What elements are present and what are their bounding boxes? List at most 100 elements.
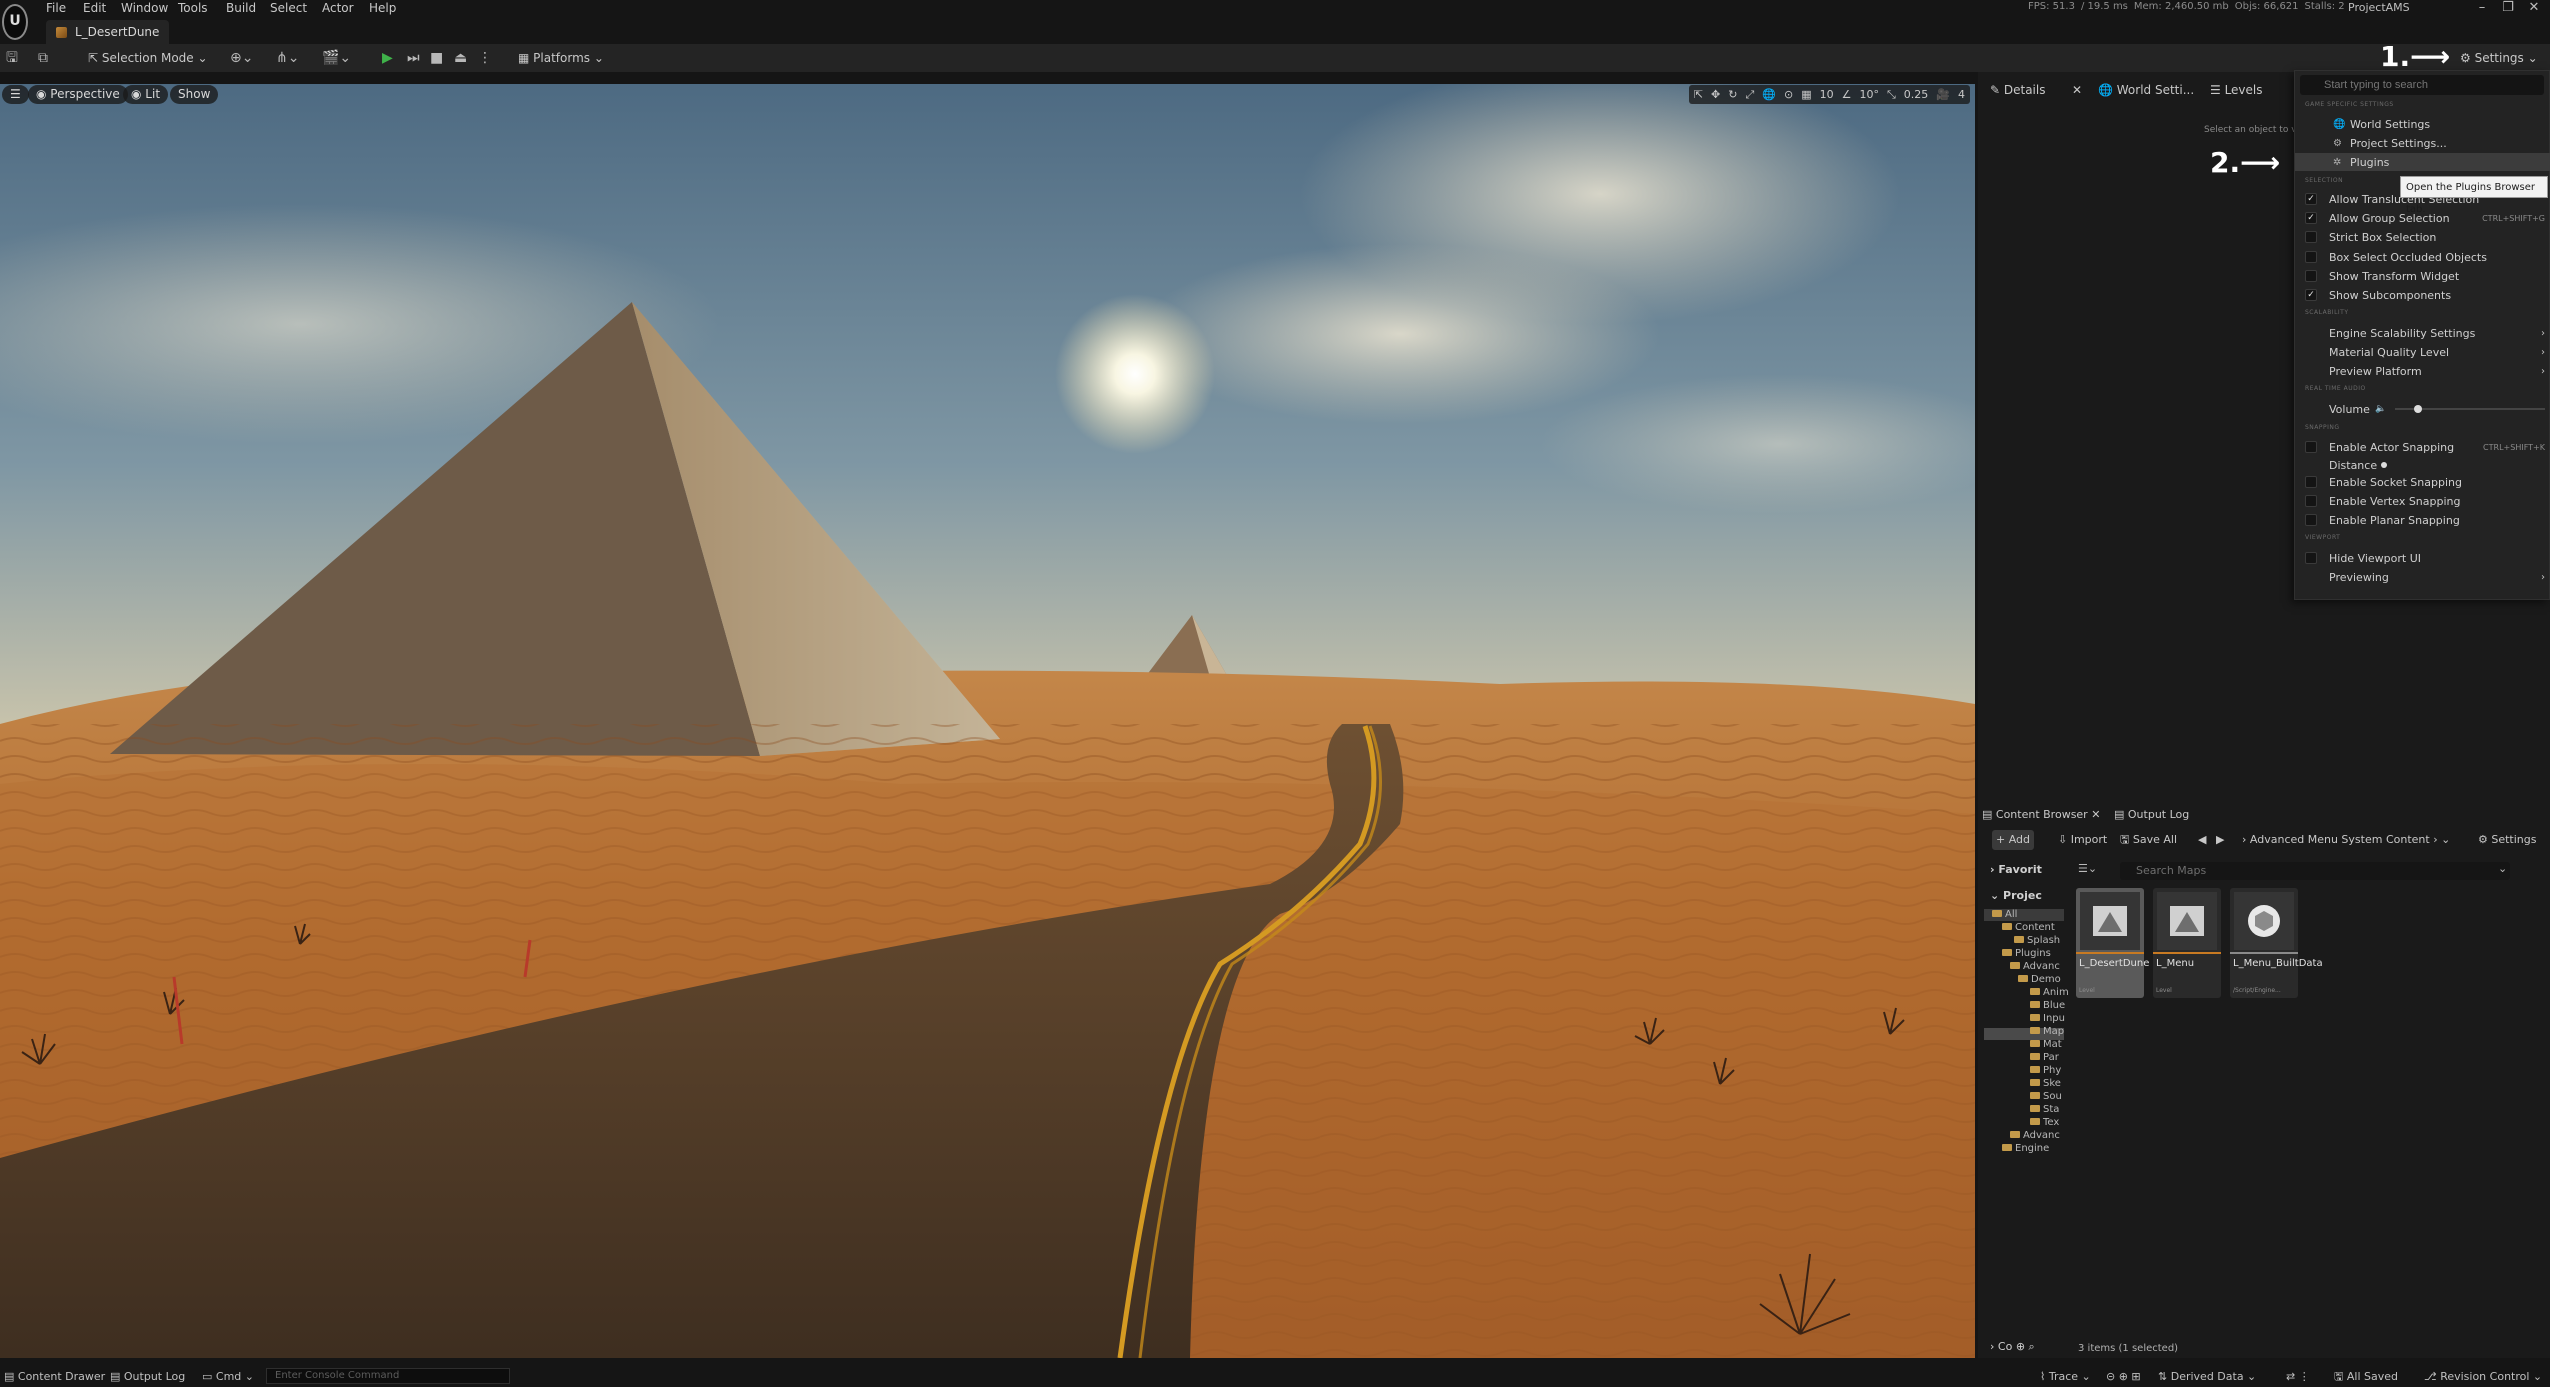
world-local-icon[interactable]: 🌐 — [1762, 88, 1776, 101]
level-tab[interactable]: L_DesertDune — [46, 20, 170, 44]
tree-item-anim[interactable]: Anim — [2030, 987, 2069, 998]
menu-item-enable-planar[interactable]: Enable Planar Snapping — [2295, 511, 2550, 529]
viewport-menu-icon[interactable]: ☰ — [2, 85, 29, 104]
tree-item-content[interactable]: Content — [2002, 922, 2055, 933]
checkbox-unchecked[interactable] — [2305, 231, 2317, 243]
tree-item-input[interactable]: Inpu — [2030, 1013, 2065, 1024]
menu-edit[interactable]: Edit — [83, 0, 106, 16]
menu-item-enable-vertex[interactable]: Enable Vertex Snapping — [2295, 492, 2550, 510]
tab-details[interactable]: ✎ Details — [1990, 80, 2045, 100]
menu-item-show-subcomponents[interactable]: ✓ Show Subcomponents — [2295, 286, 2550, 304]
status-icons[interactable]: ⊝ ⊕ ⊞ — [2106, 1369, 2141, 1384]
rotate-tool-icon[interactable]: ↻ — [1728, 88, 1737, 101]
grid-snap-icon[interactable]: ▦ — [1801, 88, 1811, 101]
stop-icon[interactable]: ■ — [430, 50, 443, 67]
tree-item-blueprints[interactable]: Blue — [2030, 1000, 2065, 1011]
tree-item-sounds[interactable]: Sou — [2030, 1091, 2062, 1102]
scale-snap-icon[interactable]: ⤡ — [1887, 88, 1896, 102]
checkbox-unchecked[interactable] — [2305, 514, 2317, 526]
revision-control-button[interactable]: ⎇ Revision Control ⌄ — [2424, 1369, 2542, 1384]
menu-actor[interactable]: Actor — [322, 0, 354, 16]
menu-item-world-settings[interactable]: 🌐 World Settings — [2295, 115, 2550, 133]
speaker-muted-icon[interactable]: 🔈 — [2375, 404, 2386, 414]
content-drawer-button[interactable]: ▤ Content Drawer — [4, 1369, 105, 1384]
project-header[interactable]: ⌄ Projec — [1990, 889, 2042, 902]
minimize-icon[interactable]: – — [2470, 0, 2494, 16]
tree-item-splash[interactable]: Splash — [2014, 935, 2060, 946]
import-button[interactable]: ⇩ Import — [2054, 830, 2111, 850]
select-tool-icon[interactable]: ⇱ — [1694, 88, 1703, 101]
menu-tools[interactable]: Tools — [178, 0, 208, 16]
source-control-icons[interactable]: ⇄ ⋮ — [2286, 1369, 2310, 1384]
history-back-icon[interactable]: ◀ — [2194, 830, 2210, 850]
rotation-snap-icon[interactable]: ∠ — [1842, 88, 1852, 101]
perspective-button[interactable]: ◉ Perspective — [28, 85, 128, 104]
menu-item-plugins[interactable]: ✲ Plugins — [2295, 153, 2550, 171]
menu-item-previewing[interactable]: Previewing › — [2295, 568, 2550, 586]
menu-item-hide-viewport-ui[interactable]: Hide Viewport UI — [2295, 549, 2550, 567]
breadcrumb[interactable]: › Advanced Menu System Content › ⌄ — [2238, 830, 2454, 850]
menu-item-material-quality[interactable]: Material Quality Level › — [2295, 343, 2550, 361]
collections-header[interactable]: › Co ⊕ ⌕ — [1990, 1340, 2035, 1354]
output-log-button[interactable]: ▤ Output Log — [110, 1369, 185, 1384]
menu-item-project-settings[interactable]: ⚙ Project Settings... — [2295, 134, 2550, 152]
surface-snap-icon[interactable]: ⊙ — [1784, 88, 1793, 101]
menu-item-strict-box[interactable]: Strict Box Selection — [2295, 228, 2550, 246]
menu-help[interactable]: Help — [369, 0, 396, 16]
play-options-icon[interactable]: ⋮ — [478, 50, 492, 67]
grid-snap-value[interactable]: 10 — [1820, 88, 1834, 101]
settings-button[interactable]: ⚙ Settings ⌄ — [2452, 48, 2546, 69]
tree-item-plugins[interactable]: Plugins — [2002, 948, 2051, 959]
platforms-button[interactable]: ▦ Platforms ⌄ — [510, 48, 612, 69]
camera-speed-value[interactable]: 4 — [1958, 88, 1965, 101]
tree-item-skeletal[interactable]: Ske — [2030, 1078, 2061, 1089]
tree-item-engine[interactable]: Engine — [2002, 1143, 2049, 1154]
browse-icon[interactable]: ⧉ — [38, 50, 48, 67]
all-saved-button[interactable]: 🖫 All Saved — [2334, 1369, 2398, 1384]
menu-item-box-occluded[interactable]: Box Select Occluded Objects — [2295, 248, 2550, 266]
menu-item-preview-platform[interactable]: Preview Platform › — [2295, 362, 2550, 380]
blueprints-icon[interactable]: ⋔⌄ — [276, 50, 299, 67]
menu-build[interactable]: Build — [226, 0, 256, 16]
lit-button[interactable]: ◉ Lit — [123, 85, 169, 104]
tab-levels[interactable]: ☰ Levels — [2210, 80, 2263, 100]
add-actor-icon[interactable]: ⊕⌄ — [230, 50, 253, 67]
search-maps-input[interactable]: Search Maps — [2120, 862, 2510, 880]
unreal-logo-icon[interactable]: U — [2, 4, 28, 40]
add-button[interactable]: + Add — [1992, 830, 2035, 850]
save-icon[interactable]: 🖫 — [6, 50, 18, 67]
asset-tile[interactable]: L_DesertDune Level — [2076, 888, 2149, 998]
tree-item-advanced-2[interactable]: Advanc — [2010, 1130, 2060, 1141]
selection-mode-button[interactable]: ⇱ Selection Mode ⌄ — [80, 48, 216, 69]
menu-item-engine-scalability[interactable]: Engine Scalability Settings › — [2295, 324, 2550, 342]
asset-tile[interactable]: L_Menu Level — [2153, 888, 2221, 998]
translate-tool-icon[interactable]: ✥ — [1711, 88, 1720, 101]
menu-window[interactable]: Window — [121, 0, 168, 16]
maximize-icon[interactable]: ❐ — [2496, 0, 2520, 16]
filter-icon[interactable]: ☰⌄ — [2078, 862, 2097, 875]
menu-select[interactable]: Select — [270, 0, 307, 16]
favorites-header[interactable]: › Favorit — [1990, 863, 2042, 876]
checkbox-unchecked[interactable] — [2305, 552, 2317, 564]
tab-output-log[interactable]: ▤ Output Log — [2114, 806, 2189, 824]
console-command-input[interactable]: Enter Console Command — [266, 1368, 510, 1384]
save-all-button[interactable]: 🖫 Save All — [2116, 830, 2181, 850]
search-options-icon[interactable]: ⌄ — [2498, 862, 2507, 875]
tree-item-static[interactable]: Sta — [2030, 1104, 2059, 1115]
checkbox-unchecked[interactable] — [2305, 251, 2317, 263]
tree-item-advanced[interactable]: Advanc — [2010, 961, 2060, 972]
scale-snap-value[interactable]: 0.25 — [1904, 88, 1929, 101]
history-forward-icon[interactable]: ▶ — [2212, 830, 2228, 850]
rotation-snap-value[interactable]: 10° — [1859, 88, 1879, 101]
close-window-icon[interactable]: ✕ — [2522, 0, 2546, 16]
checkbox-unchecked[interactable] — [2305, 441, 2317, 453]
trace-button[interactable]: ⌇ Trace ⌄ — [2040, 1369, 2091, 1384]
derived-data-button[interactable]: ⇅ Derived Data ⌄ — [2158, 1369, 2256, 1384]
show-button[interactable]: Show — [170, 85, 219, 104]
menu-file[interactable]: File — [46, 0, 66, 16]
tab-content-browser[interactable]: ▤ Content Browser ✕ — [1982, 806, 2100, 824]
menu-item-show-transform[interactable]: Show Transform Widget — [2295, 267, 2550, 285]
checkbox-checked[interactable]: ✓ — [2305, 289, 2317, 301]
checkbox-unchecked[interactable] — [2305, 270, 2317, 282]
play-icon[interactable]: ▶ — [382, 50, 393, 67]
